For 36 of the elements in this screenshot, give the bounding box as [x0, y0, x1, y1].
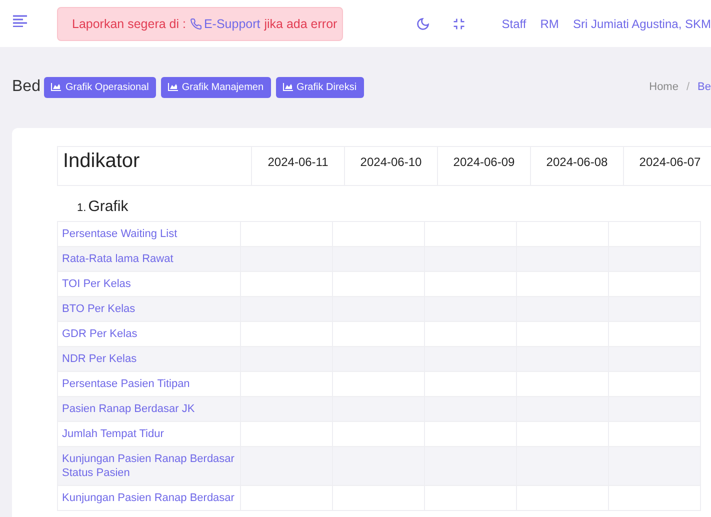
nav-link[interactable]: Staff — [502, 16, 526, 30]
section-title: Grafik — [88, 198, 128, 215]
menu-icon — [12, 14, 28, 26]
section-number: 1. — [77, 202, 86, 214]
chart-button[interactable]: Grafik Operasional — [44, 76, 156, 98]
nav-link[interactable]: Sri Jumiati Agustina, SKM — [572, 16, 711, 30]
area-chart-icon — [51, 83, 62, 91]
alert-text: jika ada error — [264, 16, 338, 30]
column-header: Indikator — [58, 146, 252, 186]
breadcrumb-link[interactable]: Be — [698, 81, 711, 93]
column-header: 2024-06-07 — [624, 146, 711, 186]
fullscreen-button[interactable] — [452, 16, 466, 30]
area-chart-icon — [282, 83, 293, 91]
nav-link[interactable]: RM — [540, 16, 559, 30]
e-support-link[interactable]: E-Support — [190, 16, 260, 30]
moon-icon — [416, 16, 430, 30]
minimize-icon — [452, 16, 466, 30]
dark-mode-button[interactable] — [416, 16, 430, 30]
indicator-link[interactable]: Persentase Waiting List — [58, 222, 240, 246]
column-header: 2024-06-11 — [252, 146, 344, 186]
phone-icon — [190, 18, 202, 30]
column-header: 2024-06-08 — [530, 146, 624, 186]
indicator-link[interactable]: Persentase Pasien Titipan — [58, 372, 240, 396]
chart-button[interactable]: Grafik Direksi — [276, 76, 364, 98]
indicator-link[interactable]: Kunjungan Pasien Ranap Berdasar — [58, 486, 240, 510]
column-header: 2024-06-09 — [438, 146, 530, 186]
breadcrumb-link[interactable]: Home — [649, 81, 678, 93]
page-title: Bed — [12, 78, 40, 96]
breadcrumb-separator: / — [686, 81, 690, 93]
area-chart-icon — [168, 83, 178, 91]
column-header: 2024-06-10 — [344, 146, 438, 186]
indicator-link[interactable]: TOI Per Kelas — [58, 272, 240, 296]
indicator-link[interactable]: GDR Per Kelas — [58, 322, 240, 346]
chart-button[interactable]: Grafik Manajemen — [160, 76, 271, 98]
indicator-link[interactable]: Jumlah Tempat Tidur — [58, 422, 240, 446]
alert-text: Laporkan segera di : — [72, 16, 186, 30]
